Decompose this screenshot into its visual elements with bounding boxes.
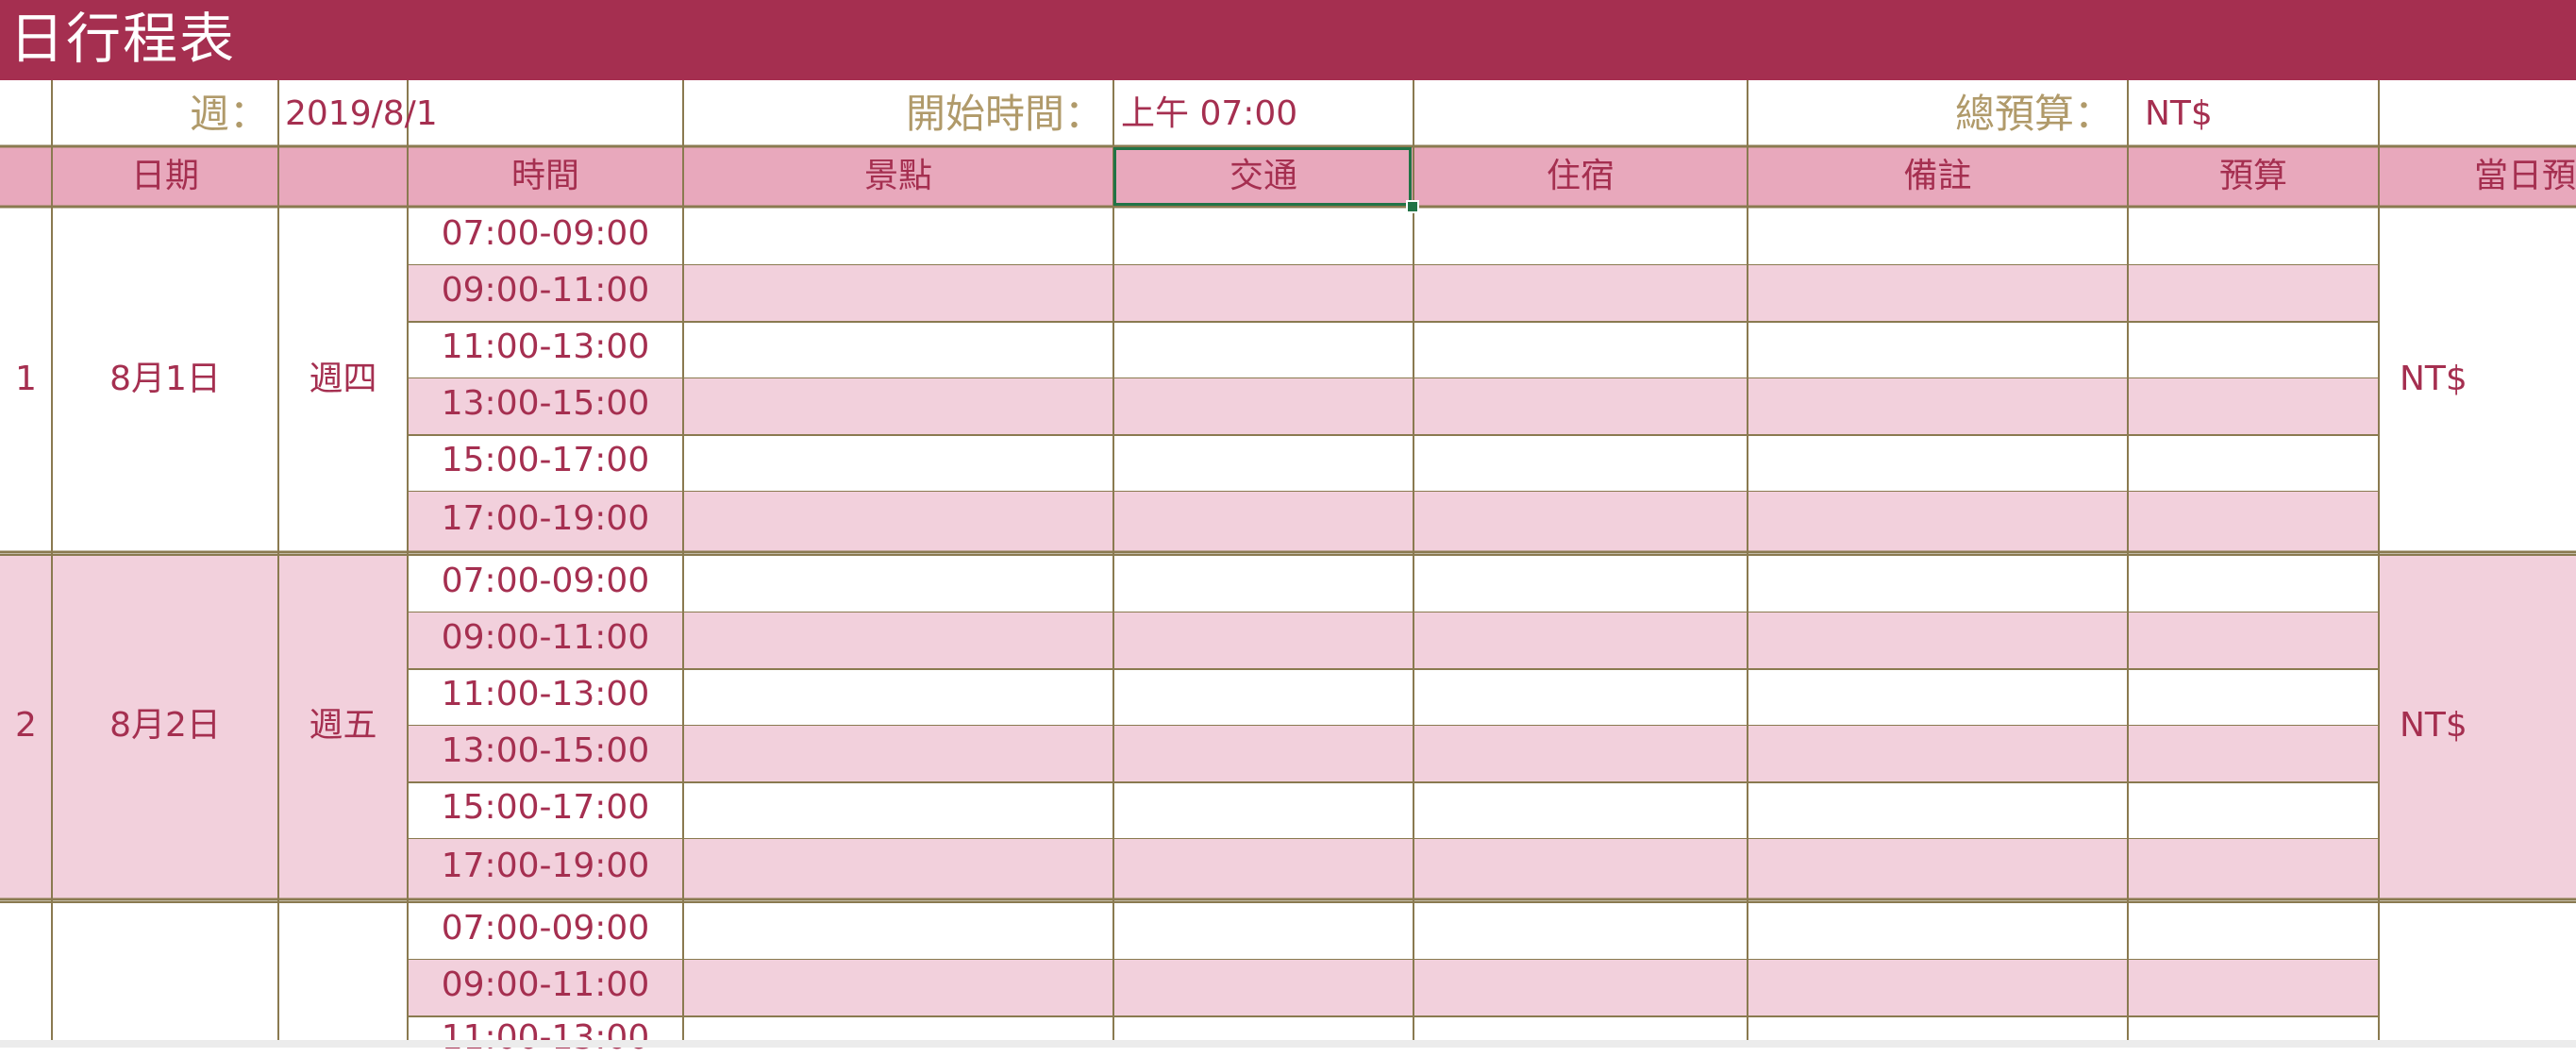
- daily-budget-value[interactable]: NT$: [2400, 707, 2467, 745]
- time-slot[interactable]: 11:00-13:00: [408, 676, 683, 713]
- time-slot[interactable]: 07:00-09:00: [408, 215, 683, 253]
- total-budget-value[interactable]: NT$: [2145, 91, 2213, 138]
- header-lodging[interactable]: 住宿: [1413, 146, 1748, 207]
- daily-budget-value[interactable]: NT$: [2400, 361, 2467, 398]
- time-slot[interactable]: 11:00-13:00: [408, 328, 683, 366]
- time-slot[interactable]: 07:00-09:00: [408, 562, 683, 600]
- day-weekday[interactable]: 週四: [278, 361, 408, 398]
- day-date[interactable]: 8月2日: [52, 707, 278, 745]
- header-spot[interactable]: 景點: [683, 146, 1113, 207]
- fill-handle[interactable]: [1406, 200, 1419, 213]
- slot-band-pink: [408, 960, 2379, 1016]
- slot-band-pink: [408, 265, 2379, 322]
- total-budget-label[interactable]: 總預算：: [1755, 91, 2114, 138]
- slot-band-pink: [408, 839, 2379, 899]
- week-value[interactable]: 2019/8/1: [285, 91, 438, 138]
- header-notes[interactable]: 備註: [1748, 146, 2128, 207]
- slot-band-pink: [408, 612, 2379, 669]
- sheet-tab-bar[interactable]: [0, 1040, 2576, 1048]
- day-number[interactable]: 1: [0, 361, 52, 398]
- header-budget[interactable]: 預算: [2128, 146, 2379, 207]
- time-slot[interactable]: 13:00-15:00: [408, 732, 683, 770]
- selected-cell[interactable]: [1113, 147, 1412, 206]
- time-slot[interactable]: 11:00-13:00: [408, 1019, 683, 1057]
- header-date[interactable]: 日期: [52, 146, 278, 207]
- time-slot[interactable]: 15:00-17:00: [408, 442, 683, 479]
- time-slot[interactable]: 17:00-19:00: [408, 847, 683, 885]
- time-slot[interactable]: 09:00-11:00: [408, 272, 683, 310]
- header-time[interactable]: 時間: [408, 146, 683, 207]
- time-slot[interactable]: 09:00-11:00: [408, 966, 683, 1004]
- time-slot[interactable]: 13:00-15:00: [408, 385, 683, 423]
- day-number[interactable]: 2: [0, 707, 52, 745]
- start-time-value[interactable]: 上午 07:00: [1121, 91, 1297, 138]
- start-time-label[interactable]: 開始時間：: [689, 91, 1104, 138]
- slot-band-pink: [408, 726, 2379, 782]
- slot-band-pink: [408, 378, 2379, 435]
- slot-band-pink: [408, 492, 2379, 552]
- day-date[interactable]: 8月1日: [52, 361, 278, 398]
- time-slot[interactable]: 15:00-17:00: [408, 789, 683, 827]
- header-daily-budget[interactable]: 當日預: [2379, 146, 2576, 207]
- day-weekday[interactable]: 週五: [278, 707, 408, 745]
- time-slot[interactable]: 07:00-09:00: [408, 910, 683, 948]
- time-slot[interactable]: 17:00-19:00: [408, 500, 683, 538]
- time-slot[interactable]: 09:00-11:00: [408, 619, 683, 657]
- week-label[interactable]: 週：: [57, 91, 269, 138]
